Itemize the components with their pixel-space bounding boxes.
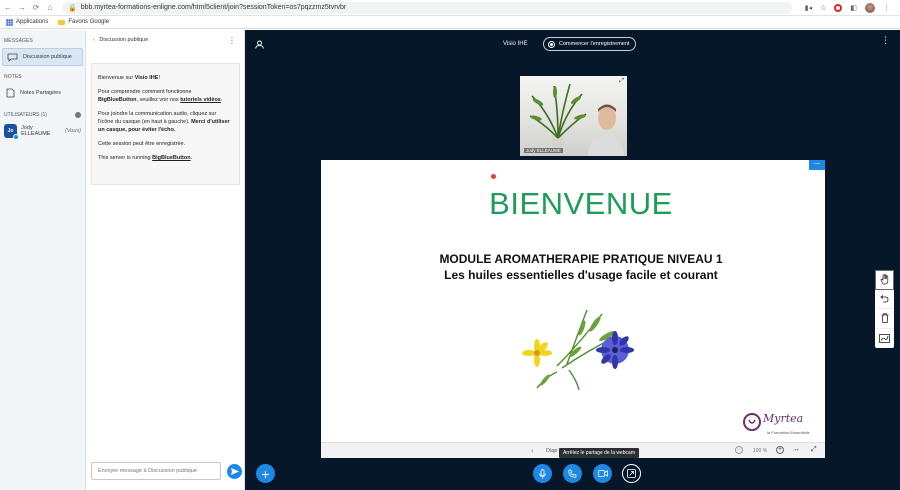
welcome-line-3: Pour joindre la communication audio, cli… (98, 111, 230, 133)
bookmark-favoris-google[interactable]: Favoris Google (58, 19, 109, 25)
user-list-panel: MESSAGES Discussion publique NOTES Notes… (0, 30, 86, 490)
fit-width-icon[interactable]: ↔ (793, 446, 800, 453)
welcome-line-2: Pour comprendre comment fonctionne BigBl… (98, 89, 223, 103)
logo-text: Myrtea (763, 412, 804, 425)
microphone-icon (539, 468, 546, 478)
zoom-level: 100 % (753, 448, 768, 454)
options-menu-icon[interactable]: ⋮ (881, 36, 890, 45)
screen-share-button[interactable] (622, 464, 641, 483)
whiteboard-icon (879, 333, 890, 343)
chat-panel: ‹ Discussion publique ⋮ Bienvenue sur Vi… (87, 30, 245, 490)
apps-grid-icon (6, 18, 13, 26)
lock-icon: 🔒 (68, 4, 77, 12)
bookmark-applications[interactable]: Applications (6, 18, 48, 26)
actions-button[interactable]: + (256, 464, 275, 483)
messages-section-title: MESSAGES (4, 38, 33, 44)
audio-status-icon (13, 134, 20, 140)
previous-slide-icon[interactable]: ‹ (531, 446, 534, 455)
webcam-tooltip: Arrêtez le partage de la webcam (559, 448, 639, 458)
forward-icon[interactable]: → (16, 3, 28, 12)
reload-icon[interactable]: ⟳ (30, 3, 42, 12)
send-button[interactable] (227, 463, 242, 479)
extension-icon[interactable]: ◧ (850, 4, 857, 12)
welcome-line-4: Cette session peut être enregistrée. (98, 141, 186, 147)
slide-subtitle-1: MODULE AROMATHERAPIE PRATIQUE NIVEAU 1 (439, 252, 723, 266)
welcome-message: Bienvenue sur Visio IHE! Pour comprendre… (91, 63, 240, 185)
mute-button[interactable] (533, 464, 552, 483)
public-chat-item[interactable]: Discussion publique (2, 48, 83, 66)
logo-subtitle: la Formation Essentielle (767, 430, 810, 435)
star-icon[interactable]: ☆ (820, 4, 826, 12)
back-icon[interactable]: ← (2, 3, 14, 12)
chat-icon (7, 53, 18, 62)
flowers-illustration (522, 309, 634, 390)
pan-tool[interactable] (875, 270, 894, 290)
slide-subtitle-2: Les huiles essentielles d'usage facile e… (444, 268, 718, 282)
record-button[interactable]: Commencer l'enregistrement (543, 37, 637, 51)
undo-icon (880, 294, 889, 303)
chevron-left-icon: ‹ (93, 37, 95, 43)
chat-options-icon[interactable]: ⋮ (228, 36, 236, 44)
webcam-user-name: Jody ELLEAUME (524, 148, 563, 153)
opera-extension-icon[interactable] (834, 3, 843, 12)
users-section-title: UTILISATEURS (1) (4, 112, 47, 118)
presenter-cursor (491, 174, 496, 179)
user-list-toggle-icon[interactable] (255, 40, 264, 49)
bbb-app: MESSAGES Discussion publique NOTES Notes… (0, 30, 900, 490)
trash-icon (881, 313, 888, 324)
profile-avatar[interactable] (865, 2, 875, 13)
chat-back-button[interactable]: ‹ Discussion publique (93, 37, 148, 43)
presentation-slide[interactable]: — BIENVENUE MODULE AROMATHERAPIE PRATIQU… (321, 160, 825, 442)
undo-tool[interactable] (875, 290, 894, 309)
webcam-button[interactable] (593, 464, 612, 483)
zoom-in-icon[interactable]: + (776, 446, 784, 454)
chat-title: Discussion publique (99, 37, 149, 43)
you-label: (Vous) (65, 128, 81, 134)
participant-video (588, 104, 624, 156)
minimize-presentation-button[interactable]: — (809, 160, 825, 170)
user-name: Jody ELLEAUME (21, 125, 51, 137)
room-title: Visio IHE (503, 41, 528, 47)
chat-message-input[interactable] (91, 462, 221, 480)
slide-selector[interactable]: Diap (546, 448, 557, 454)
tutorials-link[interactable]: tutoriels vidéos (180, 97, 221, 103)
notes-icon (6, 88, 15, 98)
desktop-share-icon (627, 469, 636, 478)
avatar: Jo (4, 124, 20, 140)
main-presentation-area: Visio IHE Commencer l'enregistrement ⋮ J… (245, 30, 900, 490)
address-bar[interactable]: 🔒 bbb.myrtea-formations-enligne.com/html… (62, 1, 792, 14)
send-icon (230, 467, 239, 475)
bookmarks-bar: Applications Favoris Google (0, 16, 900, 29)
webcam-video[interactable]: Jody ELLEAUME ⤢ (520, 76, 627, 156)
gear-icon[interactable] (75, 112, 81, 118)
multi-user-tool[interactable] (875, 329, 894, 349)
video-camera-icon (597, 470, 608, 477)
shared-notes-item[interactable]: Notes Partagées (2, 84, 83, 102)
leave-audio-button[interactable] (563, 464, 582, 483)
fullscreen-icon[interactable]: ⤢ (619, 78, 624, 85)
plant-image (529, 83, 587, 146)
phone-icon (568, 469, 577, 478)
user-list-item[interactable]: Jo Jody ELLEAUME (Vous) (0, 118, 85, 144)
welcome-line-1: Bienvenue sur Visio IHE! (98, 75, 160, 81)
hand-icon (880, 274, 888, 285)
fullscreen-presentation-icon[interactable]: ⤢ (811, 446, 817, 454)
record-icon (548, 40, 555, 48)
url-text: bbb.myrtea-formations-enligne.com/html5c… (80, 4, 347, 11)
home-icon[interactable]: ⌂ (44, 3, 56, 12)
folder-icon (58, 19, 66, 25)
welcome-line-5: This server is running BigBlueButton. (98, 155, 193, 161)
camera-icon[interactable]: ▮◂ (805, 4, 812, 12)
whiteboard-toolbar (875, 270, 894, 348)
myrtea-logo: Myrtea la Formation Essentielle (743, 410, 819, 440)
bigbluebutton-link[interactable]: BigBlueButton (152, 155, 191, 161)
notes-section-title: NOTES (4, 74, 22, 80)
clear-tool[interactable] (875, 309, 894, 329)
zoom-out-icon[interactable]: − (735, 446, 743, 454)
browser-toolbar: ← → ⟳ ⌂ 🔒 bbb.myrtea-formations-enligne.… (0, 0, 900, 16)
plus-icon: + (261, 465, 270, 482)
myrtea-logo-icon (743, 413, 761, 431)
slide-title: BIENVENUE (489, 186, 673, 221)
browser-menu-icon[interactable]: ⋮ (883, 4, 890, 12)
